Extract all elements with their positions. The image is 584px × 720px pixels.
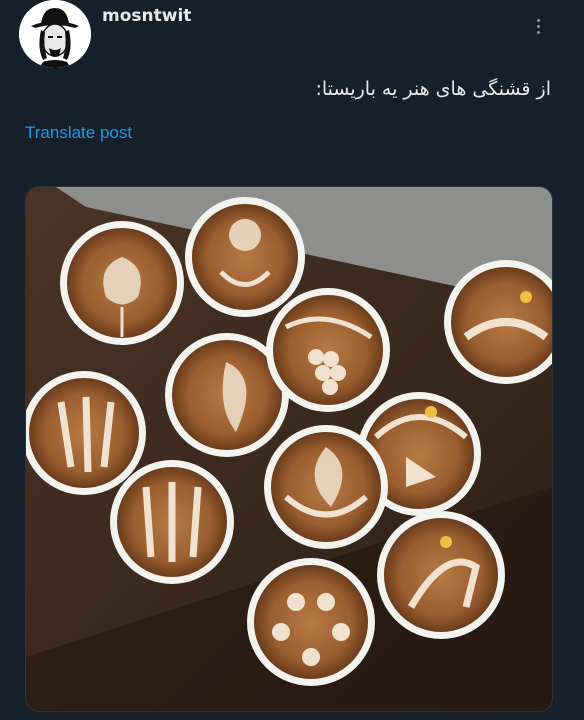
- latte-cup: [247, 558, 375, 686]
- latte-cup: [185, 197, 305, 317]
- latte-cup: [110, 460, 234, 584]
- username[interactable]: mosntwit: [102, 6, 191, 26]
- avatar[interactable]: [19, 0, 91, 68]
- translate-post-link[interactable]: Translate post: [25, 123, 132, 143]
- latte-cup: [60, 221, 184, 345]
- post-text: از قشنگی های هنر یه باریستا:: [315, 78, 551, 100]
- more-options-icon[interactable]: [526, 12, 550, 40]
- post-photo[interactable]: [25, 186, 553, 712]
- latte-cup: [26, 371, 146, 495]
- latte-cup: [266, 288, 390, 412]
- latte-cup: [377, 511, 505, 639]
- latte-cup: [264, 425, 388, 549]
